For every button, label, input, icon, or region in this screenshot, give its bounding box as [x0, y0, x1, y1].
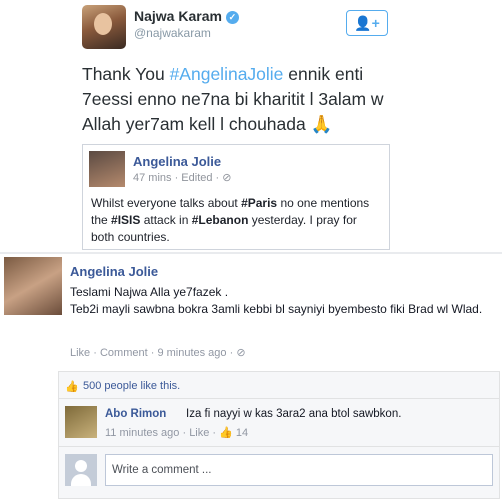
embed-author-name[interactable]: Angelina Jolie — [133, 154, 221, 169]
divider — [59, 398, 499, 399]
angelina-avatar-small — [89, 151, 125, 187]
follow-person-plus-icon: 👤+ — [354, 15, 380, 31]
embed-text-part: Whilst everyone talks about — [91, 196, 242, 210]
embed-text: Whilst everyone talks about #Paris no on… — [91, 195, 383, 246]
najwa-avatar[interactable] — [82, 5, 126, 49]
reply-like-count[interactable]: 14 — [236, 427, 248, 439]
comment-author-name[interactable]: Angelina Jolie — [70, 264, 158, 279]
reply-like-link[interactable]: Like — [189, 427, 209, 439]
angelina-avatar[interactable] — [4, 257, 62, 315]
tweet-text-part: Thank You — [82, 64, 170, 84]
comment-text: Teslami Najwa Alla ye7fazek . Teb2i mayl… — [70, 284, 490, 317]
embed-hashtag[interactable]: #Paris — [241, 196, 277, 210]
write-comment-input[interactable] — [105, 454, 493, 486]
reply-meta: 11 minutes ago · Like · 👍 14 — [105, 427, 249, 439]
comment-actions: Like · Comment · 9 minutes ago · ⊘ — [70, 347, 246, 359]
embed-hashtag[interactable]: #Lebanon — [192, 213, 249, 227]
current-user-avatar — [65, 454, 97, 486]
comment-line: Teb2i mayli sawbna bokra 3amli kebbi bl … — [70, 301, 483, 316]
reply-text: Iza fi nayyi w kas 3ara2 ana btol sawbko… — [186, 408, 402, 420]
facebook-comment-section: Angelina Jolie Teslami Najwa Alla ye7faz… — [0, 254, 502, 500]
comment-link[interactable]: Comment — [100, 347, 148, 359]
thumbs-up-icon: 👍 — [65, 381, 79, 393]
embed-meta-text: 47 mins · Edited · — [133, 172, 223, 184]
thumbs-up-icon: 👍 — [219, 427, 233, 439]
likes-summary[interactable]: 👍 500 people like this. — [65, 380, 180, 393]
pray-emoji: 🙏 — [310, 114, 333, 134]
reply-time[interactable]: 11 minutes ago — [105, 427, 179, 439]
globe-icon: ⊘ — [222, 172, 232, 184]
tweet-author-name[interactable]: Najwa Karam ✓ — [134, 8, 239, 24]
reply-avatar[interactable] — [65, 406, 97, 438]
follow-button[interactable]: 👤+ — [346, 10, 388, 36]
comment-time[interactable]: 9 minutes ago — [157, 347, 226, 359]
tweet: Najwa Karam ✓ @najwakaram 👤+ Thank You #A… — [0, 0, 502, 258]
hashtag-link[interactable]: #AngelinaJolie — [170, 64, 284, 84]
verified-check-icon: ✓ — [225, 11, 239, 24]
comment-line: Teslami Najwa Alla ye7fazek . — [70, 285, 229, 299]
tweet-text: Thank You #AngelinaJolie ennik enti 7ees… — [82, 62, 412, 137]
embed-hashtag[interactable]: #ISIS — [111, 213, 140, 227]
tweet-author-handle[interactable]: @najwakaram — [134, 26, 211, 40]
comment-feedback-box: 👍 500 people like this. Abo Rimon Iza fi … — [58, 371, 500, 499]
embed-text-part: attack in — [140, 213, 192, 227]
reply-author-name[interactable]: Abo Rimon — [105, 408, 166, 420]
globe-icon: ⊘ — [236, 347, 246, 359]
embed-meta: 47 mins · Edited · ⊘ — [133, 171, 231, 184]
tweet-author-name-text[interactable]: Najwa Karam — [134, 8, 222, 24]
divider — [59, 446, 499, 447]
like-link[interactable]: Like — [70, 347, 90, 359]
embedded-facebook-post[interactable]: Angelina Jolie 47 mins · Edited · ⊘ Whil… — [82, 144, 390, 250]
likes-count-text[interactable]: 500 people like this. — [83, 380, 180, 392]
